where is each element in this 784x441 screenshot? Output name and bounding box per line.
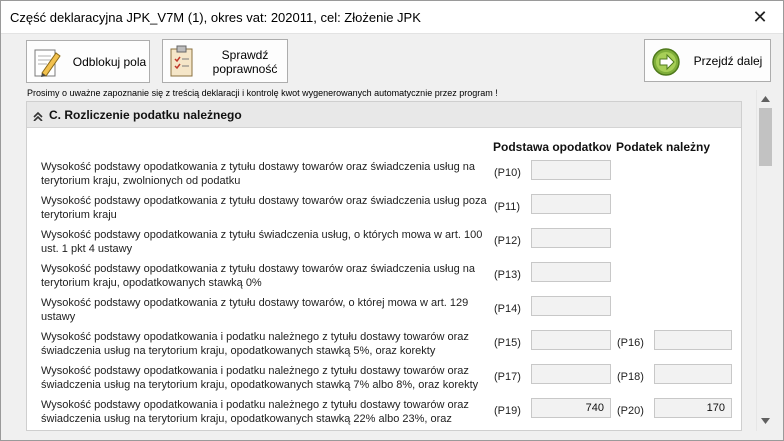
declaration-row: Wysokość podstawy opodatkowania z tytułu… xyxy=(27,296,741,330)
base-amount-field[interactable] xyxy=(531,364,611,384)
row-description-line2: świadczenia usług na terytorium kraju, o… xyxy=(41,345,436,357)
tax-amount-field[interactable]: 170 xyxy=(654,398,732,418)
base-amount-field[interactable] xyxy=(531,330,611,350)
row-description-line1: Wysokość podstawy opodatkowania z tytułu… xyxy=(41,195,487,207)
row-description-line2: ustawy xyxy=(41,311,76,323)
row-description: Wysokość podstawy opodatkowania i podatk… xyxy=(41,330,491,358)
base-amount-field[interactable]: 740 xyxy=(531,398,611,418)
close-icon: ✕ xyxy=(752,6,768,27)
validate-label: Sprawdź poprawność xyxy=(203,48,287,76)
row-description: Wysokość podstawy opodatkowania z tytułu… xyxy=(41,262,491,290)
notice-text: Prosimy o uważne zapoznanie się z treści… xyxy=(27,88,498,98)
section-panel: C. Rozliczenie podatku należnego Podstaw… xyxy=(26,101,742,431)
pencil-paper-icon xyxy=(34,49,61,77)
unlock-fields-button[interactable]: Odblokuj pola xyxy=(26,40,150,83)
row-description-line1: Wysokość podstawy opodatkowania z tytułu… xyxy=(41,297,469,309)
declaration-row: Wysokość podstawy opodatkowania i podatk… xyxy=(27,330,741,364)
base-field-code: (P19) xyxy=(494,405,521,417)
base-amount-field[interactable] xyxy=(531,194,611,214)
next-label: Przejdź dalej xyxy=(693,54,763,68)
validate-label-line2: poprawność xyxy=(212,62,278,76)
unlock-fields-label: Odblokuj pola xyxy=(72,55,147,69)
declaration-row: Wysokość podstawy opodatkowania z tytułu… xyxy=(27,194,741,228)
base-field-code: (P14) xyxy=(494,303,521,315)
base-field-code: (P13) xyxy=(494,269,521,281)
tax-field-code: (P16) xyxy=(617,337,644,349)
base-amount-field[interactable] xyxy=(531,160,611,180)
row-description: Wysokość podstawy opodatkowania z tytułu… xyxy=(41,296,491,324)
row-description-line1: Wysokość podstawy opodatkowania z tytułu… xyxy=(41,229,483,241)
base-field-code: (P10) xyxy=(494,167,521,179)
arrow-up-icon xyxy=(761,95,770,102)
row-description-line1: Wysokość podstawy opodatkowania i podatk… xyxy=(41,331,469,343)
scroll-down-button[interactable] xyxy=(757,412,774,429)
window-title: Część deklaracyjna JPK_V7M (1), okres va… xyxy=(10,10,421,25)
title-bar: Część deklaracyjna JPK_V7M (1), okres va… xyxy=(1,1,783,34)
base-amount-field[interactable] xyxy=(531,262,611,282)
row-description: Wysokość podstawy opodatkowania i podatk… xyxy=(41,364,491,392)
tax-amount-field[interactable] xyxy=(654,364,732,384)
row-description-line2: terytorium kraju xyxy=(41,209,117,221)
row-description-line2: terytorium kraju, zwolnionych od podatku xyxy=(41,175,241,187)
row-description-line2: terytorium kraju, opodatkowanych stawką … xyxy=(41,277,262,289)
scroll-thumb[interactable] xyxy=(759,108,772,166)
vertical-scrollbar[interactable] xyxy=(756,90,773,431)
arrow-right-circle-icon xyxy=(652,48,680,76)
row-description: Wysokość podstawy opodatkowania z tytułu… xyxy=(41,228,491,256)
tax-amount-field[interactable] xyxy=(654,330,732,350)
section-title: C. Rozliczenie podatku należnego xyxy=(49,108,242,122)
declaration-row: Wysokość podstawy opodatkowania i podatk… xyxy=(27,398,741,430)
declaration-row: Wysokość podstawy opodatkowania z tytułu… xyxy=(27,262,741,296)
validate-button[interactable]: Sprawdź poprawność xyxy=(162,39,288,83)
row-description-line2: świadczenia usług na terytorium kraju, o… xyxy=(41,413,452,425)
declaration-row: Wysokość podstawy opodatkowania i podatk… xyxy=(27,364,741,398)
row-description-line1: Wysokość podstawy opodatkowania i podatk… xyxy=(41,365,469,377)
row-description-line1: Wysokość podstawy opodatkowania z tytułu… xyxy=(41,263,476,275)
declaration-row: Wysokość podstawy opodatkowania z tytułu… xyxy=(27,228,741,262)
base-amount-field[interactable] xyxy=(531,228,611,248)
base-field-code: (P12) xyxy=(494,235,521,247)
validate-label-line1: Sprawdź xyxy=(221,48,269,62)
base-amount-field[interactable] xyxy=(531,296,611,316)
section-header[interactable]: C. Rozliczenie podatku należnego xyxy=(27,102,741,128)
declaration-row: Wysokość podstawy opodatkowania z tytułu… xyxy=(27,160,741,194)
close-button[interactable]: ✕ xyxy=(737,1,783,33)
collapse-chevron-icon xyxy=(33,111,43,121)
row-description: Wysokość podstawy opodatkowania z tytułu… xyxy=(41,160,491,188)
row-description-line1: Wysokość podstawy opodatkowania i podatk… xyxy=(41,399,469,411)
row-description: Wysokość podstawy opodatkowania i podatk… xyxy=(41,398,491,426)
tax-field-code: (P20) xyxy=(617,405,644,417)
tax-field-code: (P18) xyxy=(617,371,644,383)
column-header-tax: Podatek należny xyxy=(616,140,711,154)
row-description-line2: świadczenia usług na terytorium kraju, o… xyxy=(41,379,479,391)
scroll-up-button[interactable] xyxy=(757,90,774,107)
column-header-base: Podstawa opodatkowania xyxy=(493,140,611,154)
base-field-code: (P11) xyxy=(494,201,521,213)
base-field-code: (P17) xyxy=(494,371,521,383)
row-description-line1: Wysokość podstawy opodatkowania z tytułu… xyxy=(41,161,476,173)
base-field-code: (P15) xyxy=(494,337,521,349)
row-description: Wysokość podstawy opodatkowania z tytułu… xyxy=(41,194,491,222)
arrow-down-icon xyxy=(761,417,770,424)
clipboard-check-icon xyxy=(170,45,193,77)
next-button[interactable]: Przejdź dalej xyxy=(644,39,771,82)
declaration-window: Część deklaracyjna JPK_V7M (1), okres va… xyxy=(0,0,784,441)
row-description-line2: ust. 1 pkt 4 ustawy xyxy=(41,243,133,255)
